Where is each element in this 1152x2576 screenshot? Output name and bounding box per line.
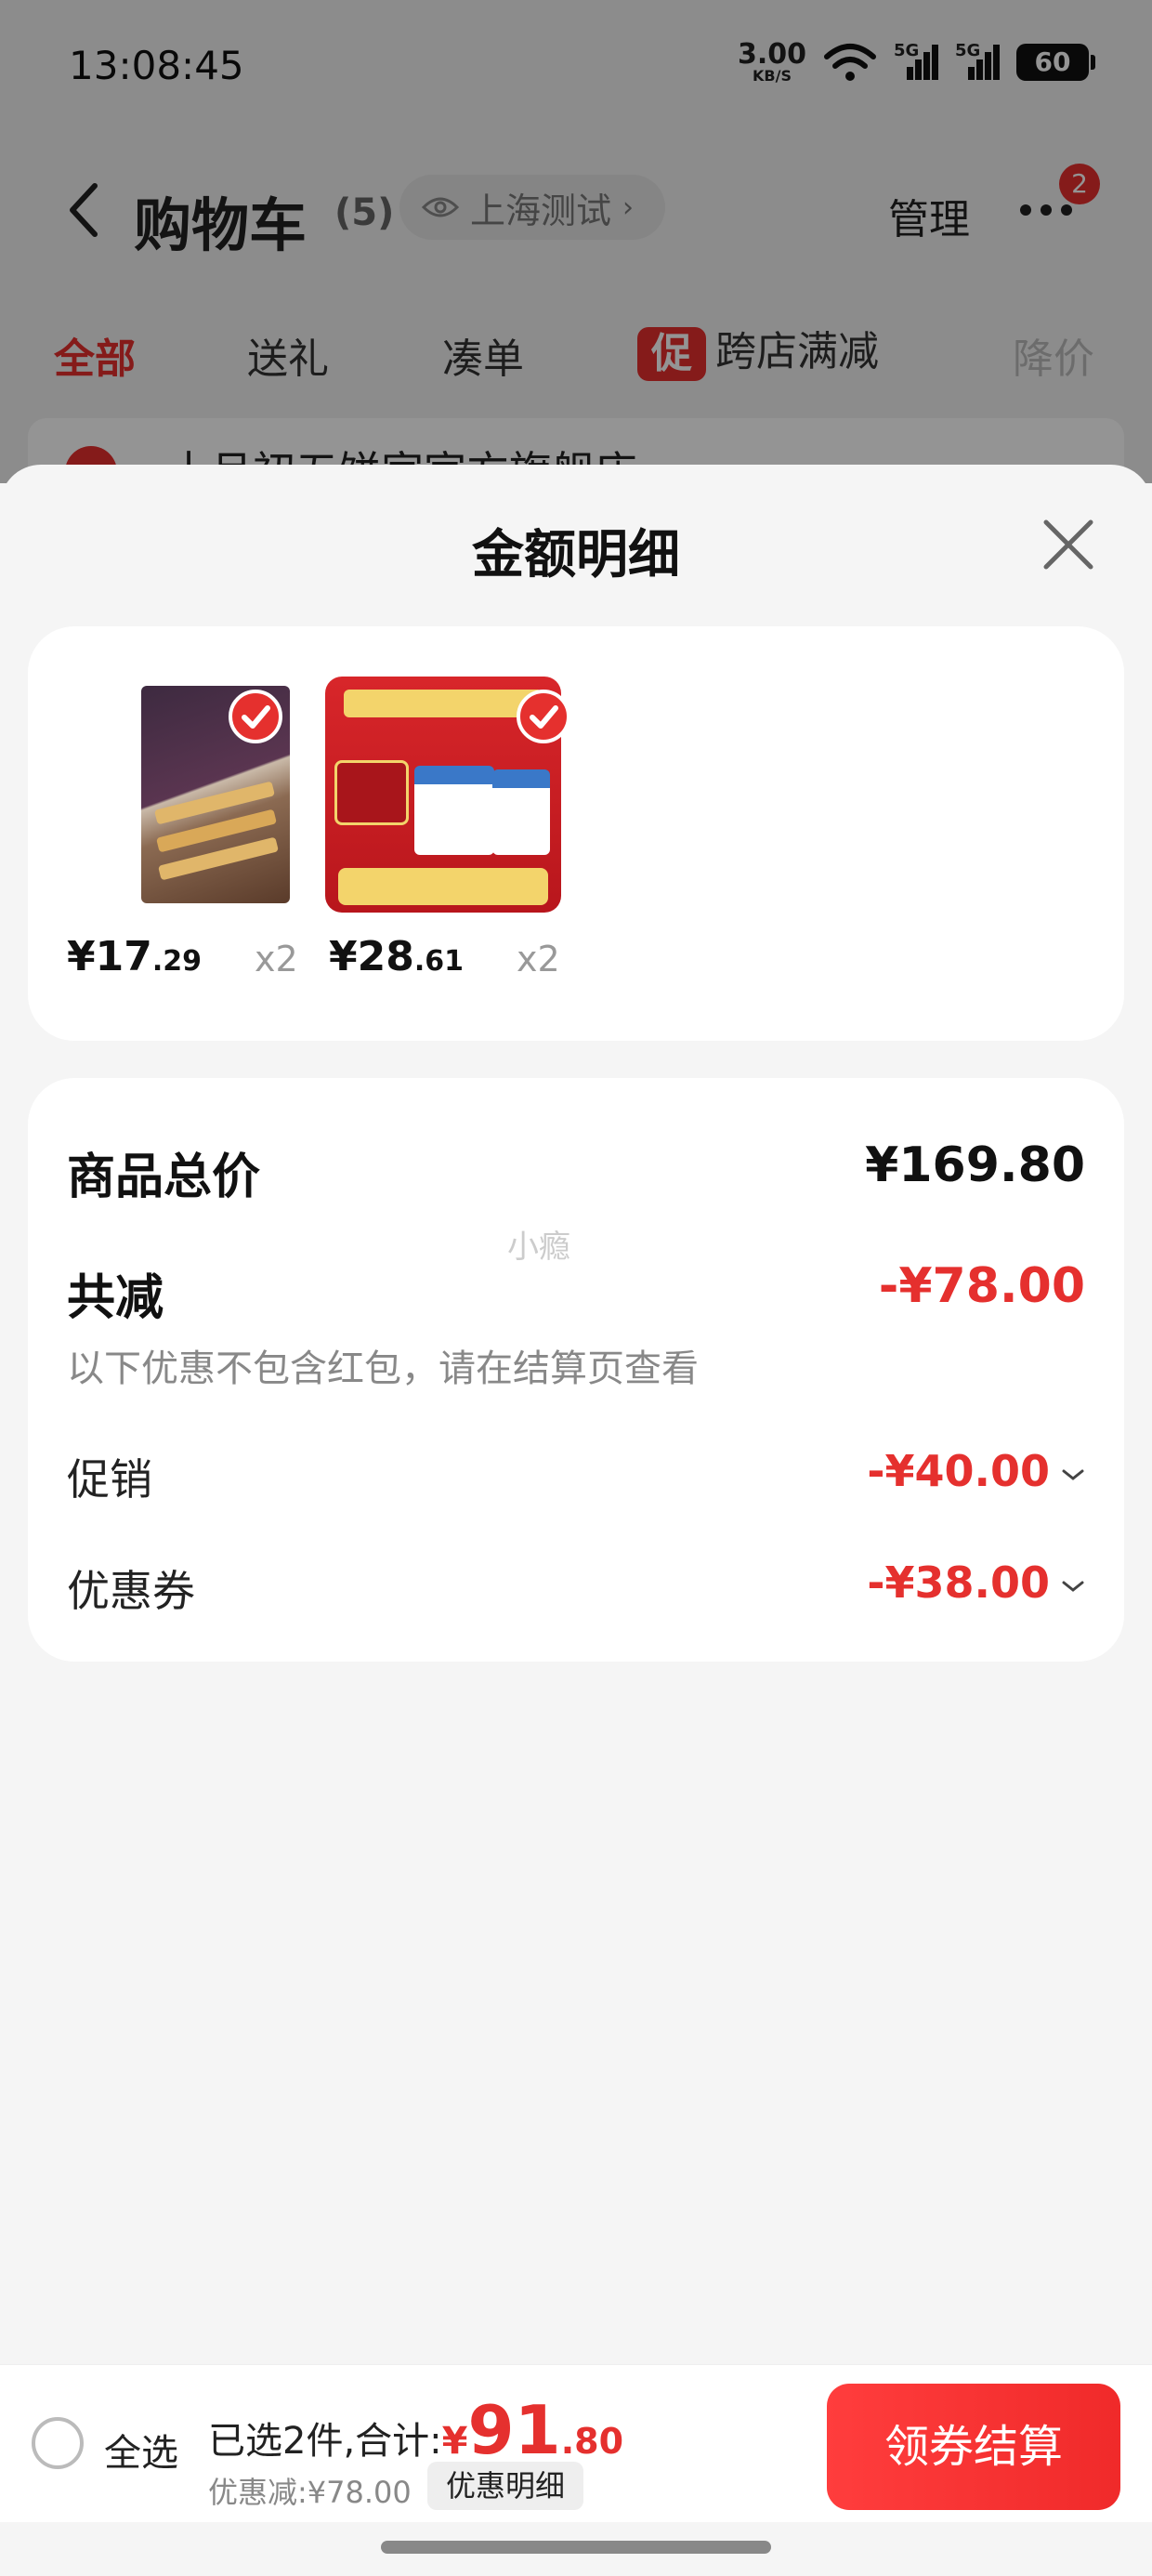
- coupon-value: -¥38.00: [867, 1557, 1085, 1608]
- price-summary-card: 商品总价 ¥169.80 小瘾 共减 -¥78.00 以下优惠不包含红包，请在结…: [28, 1078, 1124, 1662]
- select-all-radio[interactable]: [32, 2417, 84, 2469]
- product-price: ¥17.29: [67, 933, 203, 980]
- sheet-title: 金额明细: [472, 525, 680, 585]
- selected-check-icon[interactable]: [229, 690, 282, 743]
- select-all-label[interactable]: 全选: [104, 2423, 178, 2477]
- selected-count-text: 已选2件,合计:: [208, 2420, 442, 2463]
- total-reduce-label: 共减: [67, 1270, 164, 1326]
- close-icon[interactable]: [1041, 517, 1096, 572]
- discount-note: 以下优惠不包含红包，请在结算页查看: [67, 1347, 699, 1390]
- product-price: ¥28.61: [329, 933, 465, 980]
- currency-symbol: ¥: [441, 2420, 468, 2463]
- watermark: 小瘾: [507, 1229, 570, 1266]
- total-amount-integer: 91: [467, 2391, 561, 2469]
- checkout-button[interactable]: 领券结算: [827, 2384, 1120, 2510]
- coupon-label: 优惠券: [67, 1566, 195, 1616]
- selected-check-icon[interactable]: [517, 690, 570, 743]
- modal-overlay[interactable]: [0, 0, 1152, 483]
- chevron-down-icon: [1062, 1581, 1084, 1592]
- amount-detail-sheet: 金额明细 ¥17.29 x2 ¥28.61 x2 商品总价 ¥169.80 小瘾…: [0, 465, 1152, 2576]
- discount-detail-button[interactable]: 优惠明细: [427, 2462, 584, 2510]
- total-reduce-value: -¥78.00: [878, 1258, 1085, 1314]
- home-indicator[interactable]: [381, 2541, 771, 2554]
- product-quantity: x2: [255, 939, 298, 979]
- selected-total: 已选2件,合计:¥91.80: [208, 2391, 623, 2469]
- discount-summary: 优惠减:¥78.00: [208, 2475, 412, 2510]
- product-quantity: x2: [517, 939, 560, 979]
- total-price-label: 商品总价: [67, 1150, 261, 1205]
- chevron-down-icon: [1062, 1469, 1084, 1480]
- promo-label: 促销: [67, 1454, 152, 1505]
- total-price-value: ¥169.80: [865, 1137, 1085, 1193]
- product-list-card: ¥17.29 x2 ¥28.61 x2: [28, 626, 1124, 1041]
- checkout-bar: 全选 已选2件,合计:¥91.80 优惠减:¥78.00 优惠明细 领券结算: [0, 2364, 1152, 2522]
- total-amount-decimal: .80: [560, 2421, 624, 2462]
- promo-value: -¥40.00: [867, 1446, 1085, 1496]
